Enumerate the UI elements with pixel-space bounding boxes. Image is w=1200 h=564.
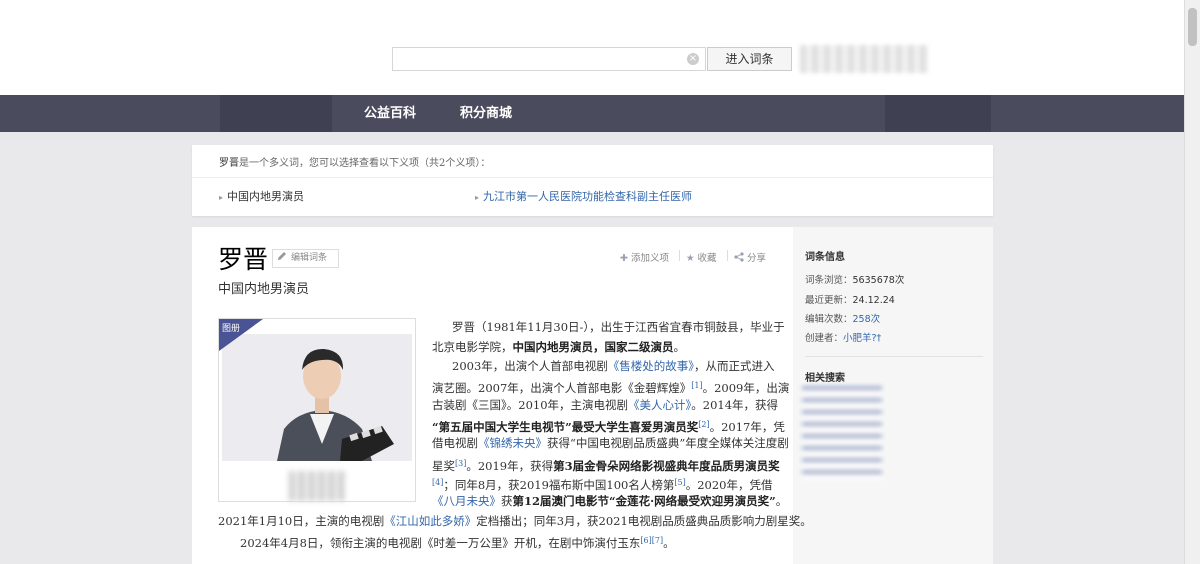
page-title: 罗晋 xyxy=(218,245,269,274)
link-tv-drama[interactable]: 《美人心计》 xyxy=(628,398,691,412)
nav-item-points-mall[interactable]: 积分商城 xyxy=(460,95,512,132)
triangle-right-icon: ▸ xyxy=(475,193,480,202)
entry-info-title: 词条信息 xyxy=(805,252,845,263)
add-sense-button[interactable]: ✚ 添加义项 xyxy=(620,250,669,264)
scrollbar[interactable] xyxy=(1184,0,1200,564)
related-search-title: 相关搜索 xyxy=(805,373,845,384)
pencil-icon xyxy=(278,252,286,260)
portrait-photo[interactable] xyxy=(222,334,412,461)
edit-entry-label: 编辑词条 xyxy=(291,253,328,263)
divider xyxy=(679,250,680,261)
polysemy-option-label: 中国内地男演员 xyxy=(227,190,305,203)
citation-link[interactable]: [3] xyxy=(455,459,466,468)
page-subtitle: 中国内地男演员 xyxy=(218,282,310,297)
creator-link[interactable]: 小肥羊?† xyxy=(843,333,881,344)
polysemy-notice-text: 是一个多义词，您可以选择查看以下义项（共2个义项）： xyxy=(239,158,491,169)
add-sense-label: 添加义项 xyxy=(630,253,669,264)
polysemy-option-other[interactable]: ▸ 九江市第一人民医院功能检查科副主任医师 xyxy=(475,188,692,204)
scrollbar-thumb[interactable] xyxy=(1188,8,1197,46)
navbar: 公益百科 积分商城 xyxy=(0,95,1185,132)
paragraph-line: 2003年，出演个人首部电视剧《售楼处的故事》，从而正式进入 xyxy=(452,359,775,373)
divider xyxy=(727,250,728,261)
share-label: 分享 xyxy=(747,253,767,264)
polysemy-notice: 罗晋是一个多义词，您可以选择查看以下义项（共2个义项）： xyxy=(219,154,490,169)
creator-row: 创建者：小肥羊?† xyxy=(805,333,882,344)
collect-label: 收藏 xyxy=(697,253,717,264)
album-label: 图册 xyxy=(222,324,241,334)
updated-row: 最近更新：24.12.24 xyxy=(805,295,895,306)
paragraph-line: 《八月未央》获第12届澳门电影节“金莲花·网络最受欢迎男演员奖”。 xyxy=(432,494,788,508)
enter-entry-button[interactable]: 进入词条 xyxy=(707,47,792,71)
paragraph-line: 古装剧《三国》。2010年，主演电视剧《美人心计》。2014年，获得 xyxy=(432,398,779,412)
polysemy-term: 罗晋 xyxy=(219,158,239,169)
link-tv-drama[interactable]: 《八月未央》 xyxy=(432,494,501,508)
edit-count-link[interactable]: 258次 xyxy=(853,314,881,325)
citation-link[interactable]: [2] xyxy=(698,420,709,429)
paragraph-line: 借电视剧《锦绣未央》获得“中国电视剧品质盛典”年度全媒体关注度剧 xyxy=(432,436,789,450)
portrait-illustration xyxy=(222,334,412,461)
edits-row: 编辑次数：258次 xyxy=(805,314,881,325)
plus-icon: ✚ xyxy=(620,253,628,264)
link-tv-drama[interactable]: 《锦绣未央》 xyxy=(478,436,547,450)
search-input[interactable]: × xyxy=(392,47,706,71)
clear-icon[interactable]: × xyxy=(687,53,699,65)
share-icon xyxy=(734,252,744,262)
polysemy-option-current[interactable]: ▸ 中国内地男演员 xyxy=(219,188,304,204)
nav-item-charity-wiki[interactable]: 公益百科 xyxy=(364,95,416,132)
polysemy-option-label: 九江市第一人民医院功能检查科副主任医师 xyxy=(483,190,693,203)
citation-link[interactable]: [6][7] xyxy=(640,536,663,545)
paragraph-line: 2024年4月8日，领衔主演的电视剧《时差一万公里》开机，在剧中饰演付玉东[6]… xyxy=(240,536,675,550)
blurred-button[interactable] xyxy=(800,45,928,73)
divider xyxy=(192,177,993,178)
link-tv-drama[interactable]: 《售楼处的故事》 xyxy=(608,359,694,373)
triangle-right-icon: ▸ xyxy=(219,193,224,202)
blurred-caption xyxy=(289,471,345,501)
paragraph-line: 2021年1月10日，主演的电视剧《江山如此多娇》定档播出；同年3月，获2021… xyxy=(218,514,812,528)
views-row: 词条浏览：5635678次 xyxy=(805,275,905,286)
star-icon: ★ xyxy=(686,253,695,264)
header: × 进入词条 xyxy=(0,0,1185,95)
citation-link[interactable]: [4] xyxy=(432,478,443,487)
citation-link[interactable]: [1] xyxy=(691,381,702,390)
divider xyxy=(805,356,983,357)
polysemy-box: 罗晋是一个多义词，您可以选择查看以下义项（共2个义项）： ▸ 中国内地男演员 ▸ 九… xyxy=(192,145,993,216)
edit-entry-button[interactable]: 编辑词条 xyxy=(272,249,339,268)
paragraph-line: 北京电影学院，中国内地男演员，国家二级演员。 xyxy=(432,340,685,354)
link-tv-drama[interactable]: 《江山如此多娇》 xyxy=(384,514,476,528)
paragraph-line: 罗晋（1981年11月30日-），出生于江西省宜春市铜鼓县，毕业于 xyxy=(452,320,785,334)
citation-link[interactable]: [5] xyxy=(674,478,685,487)
share-button[interactable]: 分享 xyxy=(734,250,766,264)
nav-left-block xyxy=(220,95,332,132)
nav-right-block xyxy=(885,95,991,132)
related-search-list[interactable] xyxy=(802,386,882,480)
album-card[interactable]: 图册 xyxy=(218,318,416,502)
collect-button[interactable]: ★ 收藏 xyxy=(686,250,717,264)
